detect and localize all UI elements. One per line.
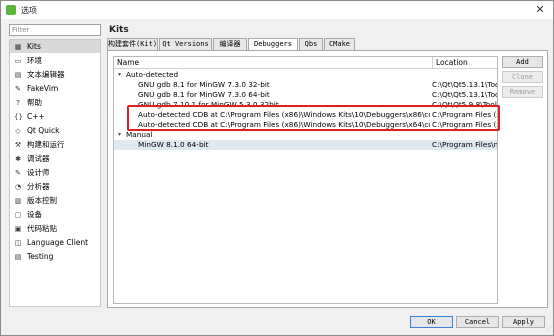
sidebar-item-version-control[interactable]: ▥ 版本控制 — [10, 194, 100, 207]
sidebar-item-label: 构建和运行 — [27, 140, 65, 149]
kits-icon: ▦ — [14, 43, 22, 51]
sidebar-item-label: Qt Quick — [27, 126, 60, 135]
debugger-location: C:\Qt\Qt5.9.8\Tools\mingw530_32\bin\gdb.… — [432, 100, 497, 109]
add-button[interactable]: Add — [502, 56, 543, 68]
column-header-name[interactable]: Name — [114, 57, 432, 69]
cancel-button[interactable]: Cancel — [456, 316, 499, 328]
version-control-icon: ▥ — [14, 197, 22, 205]
filter-input[interactable]: Filter — [9, 24, 101, 36]
table-row[interactable]: GNU gdb 8.1 for MinGW 7.3.0 32-bit C:\Qt… — [114, 80, 497, 90]
sidebar-item-text-editor[interactable]: ▤ 文本编辑器 — [10, 68, 100, 81]
tab-compilers[interactable]: 编译器 — [213, 38, 247, 50]
sidebar-item-kits[interactable]: ▦ Kits — [10, 40, 100, 53]
devices-icon: ▢ — [14, 211, 22, 219]
sidebar-item-cpp[interactable]: {} C++ — [10, 110, 100, 123]
debugger-name: Auto-detected CDB at C:\Program Files (x… — [138, 110, 430, 119]
group-auto-detected[interactable]: ▾ Auto-detected — [114, 70, 497, 80]
window-title: 选项 — [21, 6, 37, 15]
sidebar-item-label: C++ — [27, 112, 45, 121]
debugger-name: GNU gdb 8.1 for MinGW 7.3.0 64-bit — [138, 90, 270, 99]
debugger-name: MinGW 8.1.0 64-bit — [138, 140, 209, 149]
debuggers-panel: Name Location ▾ Auto-detected GNU gdb 8.… — [107, 50, 548, 308]
sidebar-item-environment[interactable]: ▭ 环境 — [10, 54, 100, 67]
title-bar: 选项 ✕ — [1, 1, 553, 19]
apply-button[interactable]: Apply — [502, 316, 545, 328]
testing-icon: ▤ — [14, 253, 22, 261]
debugger-location: C:\Program Files (x86)\Windows Kits\10\D… — [432, 120, 497, 129]
language-client-icon: ◫ — [14, 239, 22, 247]
sidebar-item-language-client[interactable]: ◫ Language Client — [10, 236, 100, 249]
sidebar-item-label: 设计师 — [27, 168, 50, 177]
designer-icon: ✎ — [15, 169, 21, 177]
sidebar-item-designer[interactable]: ✎ 设计师 — [10, 166, 100, 179]
sidebar-item-label: 帮助 — [27, 98, 42, 107]
debugger-location: C:\Program Files (x86)\Windows Kits\10\D… — [432, 110, 497, 119]
ok-button[interactable]: OK — [410, 316, 453, 328]
sidebar-item-label: 版本控制 — [27, 196, 57, 205]
help-icon: ? — [16, 99, 20, 107]
table-row[interactable]: Auto-detected CDB at C:\Program Files (x… — [114, 110, 497, 120]
debugger-name: GNU gdb 8.1 for MinGW 7.3.0 32-bit — [138, 80, 270, 89]
text-editor-icon: ▤ — [14, 71, 22, 79]
monitor-icon: ▭ — [14, 57, 22, 65]
tab-qt-versions[interactable]: Qt Versions — [159, 38, 212, 50]
sidebar-item-code-paste[interactable]: ▣ 代码粘贴 — [10, 222, 100, 235]
clone-button[interactable]: Clone — [502, 71, 543, 83]
column-header-location[interactable]: Location — [433, 57, 497, 69]
group-manual[interactable]: ▾ Manual — [114, 130, 497, 140]
qt-creator-icon — [6, 5, 16, 15]
sidebar-item-devices[interactable]: ▢ 设备 — [10, 208, 100, 221]
sidebar-item-help[interactable]: ? 帮助 — [10, 96, 100, 109]
table-row[interactable]: Auto-detected CDB at C:\Program Files (x… — [114, 120, 497, 130]
analyzer-icon: ◔ — [14, 183, 22, 191]
sidebar-item-analyzer[interactable]: ◔ 分析器 — [10, 180, 100, 193]
build-run-icon: ⚒ — [14, 141, 22, 149]
resize-grip-icon[interactable]: ⋰ — [545, 326, 551, 333]
code-paste-icon: ▣ — [14, 225, 22, 233]
sidebar-item-label: 文本编辑器 — [27, 70, 65, 79]
sidebar-item-qt-quick[interactable]: ◇ Qt Quick — [10, 124, 100, 137]
sidebar-item-label: FakeVim — [27, 84, 59, 93]
debugger-location: C:\Qt\Qt5.13.1\Tools\mingw730_64\bin\gdb… — [432, 90, 497, 99]
table-row[interactable]: GNU gdb 8.1 for MinGW 7.3.0 64-bit C:\Qt… — [114, 90, 497, 100]
table-row[interactable]: GNU gdb 7.10.1 for MinGW 5.3.0 32bit C:\… — [114, 100, 497, 110]
debugger-icon: ✱ — [15, 155, 21, 163]
fakevim-icon: ✎ — [15, 85, 21, 93]
remove-button[interactable]: Remove — [502, 86, 543, 98]
sidebar-item-testing[interactable]: ▤ Testing — [10, 250, 100, 263]
category-sidebar: ▦ Kits ▭ 环境 ▤ 文本编辑器 ✎ FakeVim ? 帮助 {} C+… — [9, 39, 101, 307]
table-row[interactable]: MinGW 8.1.0 64-bit C:\Program Files\ming… — [114, 140, 497, 150]
cpp-icon: {} — [14, 113, 23, 121]
tab-qbs[interactable]: Qbs — [299, 38, 323, 50]
sidebar-item-label: Language Client — [27, 238, 89, 247]
debugger-name: GNU gdb 7.10.1 for MinGW 5.3.0 32bit — [138, 100, 279, 109]
sidebar-item-label: Kits — [27, 42, 41, 51]
sidebar-item-debugger[interactable]: ✱ 调试器 — [10, 152, 100, 165]
tab-cmake[interactable]: CMake — [324, 38, 355, 50]
expand-arrow-icon[interactable]: ▾ — [118, 130, 121, 140]
group-label: Manual — [126, 130, 153, 139]
options-dialog: 选项 ✕ Filter ▦ Kits ▭ 环境 ▤ 文本编辑器 ✎ FakeVi… — [0, 0, 554, 336]
sidebar-item-label: 环境 — [27, 56, 42, 65]
qt-quick-icon: ◇ — [15, 127, 21, 135]
debugger-location: C:\Qt\Qt5.13.1\Tools\mingw730_32\bin\gdb… — [432, 80, 497, 89]
tab-kits[interactable]: 构建套件(Kit) — [107, 38, 158, 50]
sidebar-item-build-run[interactable]: ⚒ 构建和运行 — [10, 138, 100, 151]
sidebar-item-label: 代码粘贴 — [27, 224, 57, 233]
sidebar-item-label: 调试器 — [27, 154, 50, 163]
sidebar-item-label: 设备 — [27, 210, 42, 219]
debugger-location: C:\Program Files\mingw64\bin\gdb.exe — [432, 140, 497, 149]
sidebar-item-label: 分析器 — [27, 182, 50, 191]
close-button[interactable]: ✕ — [533, 3, 547, 17]
debuggers-tree[interactable]: Name Location ▾ Auto-detected GNU gdb 8.… — [113, 56, 498, 304]
expand-arrow-icon[interactable]: ▾ — [118, 70, 121, 80]
debugger-name: Auto-detected CDB at C:\Program Files (x… — [138, 120, 430, 129]
page-title: Kits — [109, 25, 129, 35]
group-label: Auto-detected — [126, 70, 179, 79]
sidebar-item-fakevim[interactable]: ✎ FakeVim — [10, 82, 100, 95]
sidebar-item-label: Testing — [27, 252, 54, 261]
